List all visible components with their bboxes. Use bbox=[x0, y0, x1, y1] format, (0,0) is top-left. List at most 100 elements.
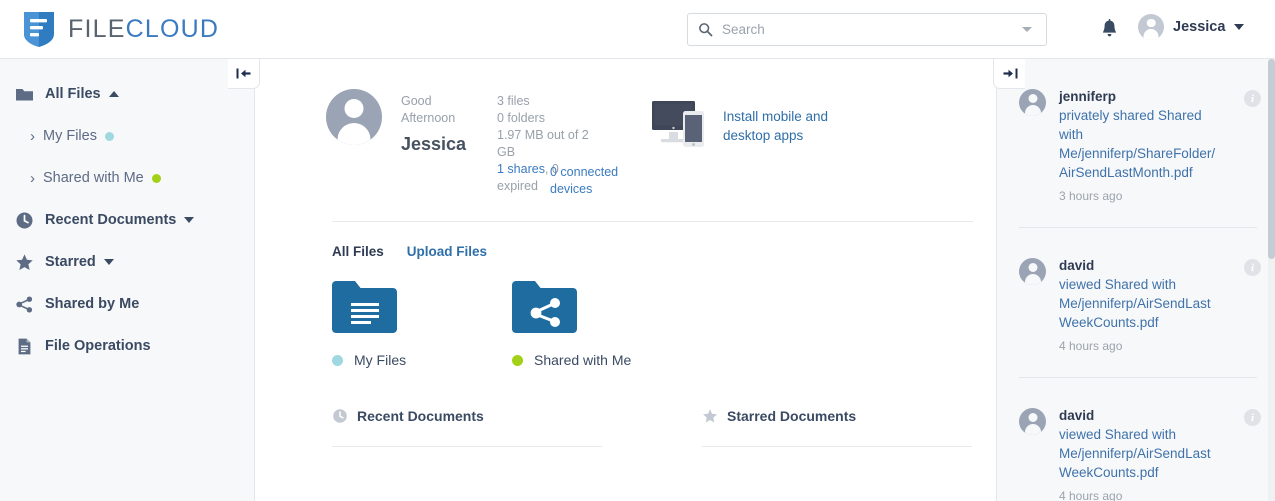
sidebar-item-starred[interactable]: Starred bbox=[0, 241, 254, 283]
file-tabs: All Files Upload Files bbox=[256, 222, 995, 259]
section-title: Recent Documents bbox=[357, 408, 484, 424]
sidebar-label: Shared by Me bbox=[45, 296, 140, 312]
install-apps-link[interactable]: Install mobile and desktop apps bbox=[723, 107, 848, 145]
stat-folders: 0 folders bbox=[497, 111, 545, 125]
chevron-down-icon[interactable] bbox=[1234, 24, 1245, 30]
chevron-down-icon[interactable] bbox=[184, 217, 195, 223]
sidebar-item-file-operations[interactable]: File Operations bbox=[0, 325, 254, 367]
chevron-down-icon[interactable] bbox=[1022, 27, 1032, 32]
section-recent-documents: Recent Documents bbox=[332, 408, 602, 447]
clock-icon bbox=[16, 212, 33, 228]
greeting-line-2: Afternoon bbox=[401, 111, 456, 125]
folder-icon bbox=[16, 88, 33, 100]
main-content: Good Afternoon Jessica 3 files 0 folders… bbox=[256, 59, 995, 501]
profile-summary: Good Afternoon Jessica 3 files 0 folders… bbox=[256, 59, 995, 198]
activity-time: 4 hours ago bbox=[1059, 339, 1123, 353]
activity-text[interactable]: viewed Shared with Me/jenniferp/AirSendL… bbox=[1059, 425, 1222, 482]
sidebar-item-shared-by-me[interactable]: Shared by Me bbox=[0, 283, 254, 325]
section-starred-documents: Starred Documents bbox=[702, 408, 972, 447]
star-icon bbox=[16, 253, 33, 270]
document-icon bbox=[18, 338, 31, 354]
user-avatar-icon bbox=[326, 89, 382, 145]
sidebar-label: Starred bbox=[45, 254, 96, 270]
sidebar-label: Recent Documents bbox=[45, 212, 177, 228]
activity-item[interactable]: david viewed Shared with Me/jenniferp/Ai… bbox=[997, 228, 1275, 353]
user-avatar-icon bbox=[1138, 14, 1164, 40]
tab-upload-files[interactable]: Upload Files bbox=[407, 244, 487, 259]
stat-storage: 1.97 MB out of 2 GB bbox=[497, 128, 589, 159]
folder-card-shared-with-me[interactable]: Shared with Me bbox=[512, 281, 631, 368]
logo-text: FILECLOUD bbox=[68, 14, 220, 43]
folder-shared-icon bbox=[512, 281, 577, 333]
sidebar-label: Shared with Me bbox=[43, 170, 144, 186]
section-title: Starred Documents bbox=[727, 408, 857, 424]
activity-user: david bbox=[1059, 258, 1095, 273]
sidebar-label: All Files bbox=[45, 86, 101, 102]
activity-feed: jenniferp privately shared Shared with M… bbox=[996, 59, 1275, 501]
activity-user: david bbox=[1059, 408, 1095, 423]
clock-icon bbox=[333, 409, 347, 423]
search-bar[interactable] bbox=[687, 13, 1047, 46]
user-menu[interactable]: Jessica bbox=[1138, 14, 1245, 40]
greeting-line-1: Good bbox=[401, 94, 432, 108]
folder-shortcuts: My Files Shared with Me bbox=[256, 259, 995, 368]
status-dot-shared-with-me bbox=[151, 173, 161, 183]
user-avatar-icon bbox=[1019, 258, 1046, 285]
activity-text[interactable]: privately shared Shared with Me/jennifer… bbox=[1059, 106, 1222, 182]
filecloud-dashboard: FILECLOUD Jessica All Files bbox=[0, 0, 1275, 501]
chevron-down-icon[interactable] bbox=[103, 259, 114, 265]
sidebar-label: My Files bbox=[43, 128, 97, 144]
activity-text[interactable]: viewed Shared with Me/jenniferp/AirSendL… bbox=[1059, 275, 1222, 332]
collapse-sidebar-button[interactable] bbox=[228, 59, 260, 89]
app-header: FILECLOUD Jessica bbox=[0, 0, 1275, 59]
sidebar: All Files › My Files › Shared with Me Re… bbox=[0, 59, 255, 501]
folder-label: My Files bbox=[354, 352, 407, 368]
stat-files: 3 files bbox=[497, 94, 530, 108]
bell-icon[interactable] bbox=[1101, 19, 1118, 39]
status-dot-my-files bbox=[104, 131, 114, 141]
collapse-right-icon bbox=[1003, 68, 1017, 79]
star-icon bbox=[703, 409, 717, 423]
connected-devices-link[interactable]: 0 connected devices bbox=[550, 164, 620, 198]
chevron-up-icon[interactable] bbox=[108, 91, 119, 97]
share-icon bbox=[16, 296, 33, 312]
activity-scrollbar[interactable] bbox=[1268, 59, 1275, 501]
user-name: Jessica bbox=[1173, 19, 1226, 35]
sidebar-item-shared-with-me[interactable]: › Shared with Me bbox=[0, 157, 254, 199]
collapse-left-icon bbox=[236, 68, 250, 79]
tab-all-files[interactable]: All Files bbox=[332, 244, 384, 259]
activity-item[interactable]: jenniferp privately shared Shared with M… bbox=[997, 59, 1275, 203]
activity-item[interactable]: david viewed Shared with Me/jenniferp/Ai… bbox=[997, 378, 1275, 501]
sidebar-item-recent-documents[interactable]: Recent Documents bbox=[0, 199, 254, 241]
info-icon[interactable]: i bbox=[1244, 90, 1261, 107]
folder-label: Shared with Me bbox=[534, 352, 632, 368]
sidebar-label: File Operations bbox=[45, 338, 151, 354]
chevron-right-icon: › bbox=[30, 127, 35, 145]
greeting-block: Good Afternoon Jessica bbox=[401, 89, 486, 195]
user-avatar-icon bbox=[1019, 408, 1046, 435]
filecloud-shield-icon bbox=[24, 12, 54, 47]
activity-scrollbar-thumb[interactable] bbox=[1268, 59, 1275, 259]
info-icon[interactable]: i bbox=[1244, 259, 1261, 276]
info-icon[interactable]: i bbox=[1244, 409, 1261, 426]
activity-user: jenniferp bbox=[1059, 89, 1117, 104]
status-dot-shared-with-me bbox=[512, 354, 523, 366]
stat-shares-link[interactable]: 1 shares bbox=[497, 162, 545, 176]
section-rule bbox=[332, 446, 602, 447]
search-input[interactable] bbox=[722, 22, 1022, 37]
activity-time: 3 hours ago bbox=[1059, 189, 1123, 203]
chevron-right-icon: › bbox=[30, 169, 35, 187]
profile-name: Jessica bbox=[401, 134, 467, 154]
status-dot-my-files bbox=[332, 354, 343, 366]
sidebar-item-all-files[interactable]: All Files bbox=[0, 73, 254, 115]
sidebar-item-my-files[interactable]: › My Files bbox=[0, 115, 254, 157]
collapse-activity-button[interactable] bbox=[993, 59, 1025, 89]
folder-card-my-files[interactable]: My Files bbox=[332, 281, 406, 368]
folder-documents-icon bbox=[332, 281, 397, 333]
document-sections: Recent Documents Starred Documents bbox=[256, 368, 995, 447]
monitor-and-phone-icon bbox=[652, 101, 704, 147]
logo[interactable]: FILECLOUD bbox=[22, 10, 219, 48]
user-avatar-icon bbox=[1019, 89, 1046, 116]
activity-time: 4 hours ago bbox=[1059, 489, 1123, 501]
section-rule bbox=[702, 446, 972, 447]
